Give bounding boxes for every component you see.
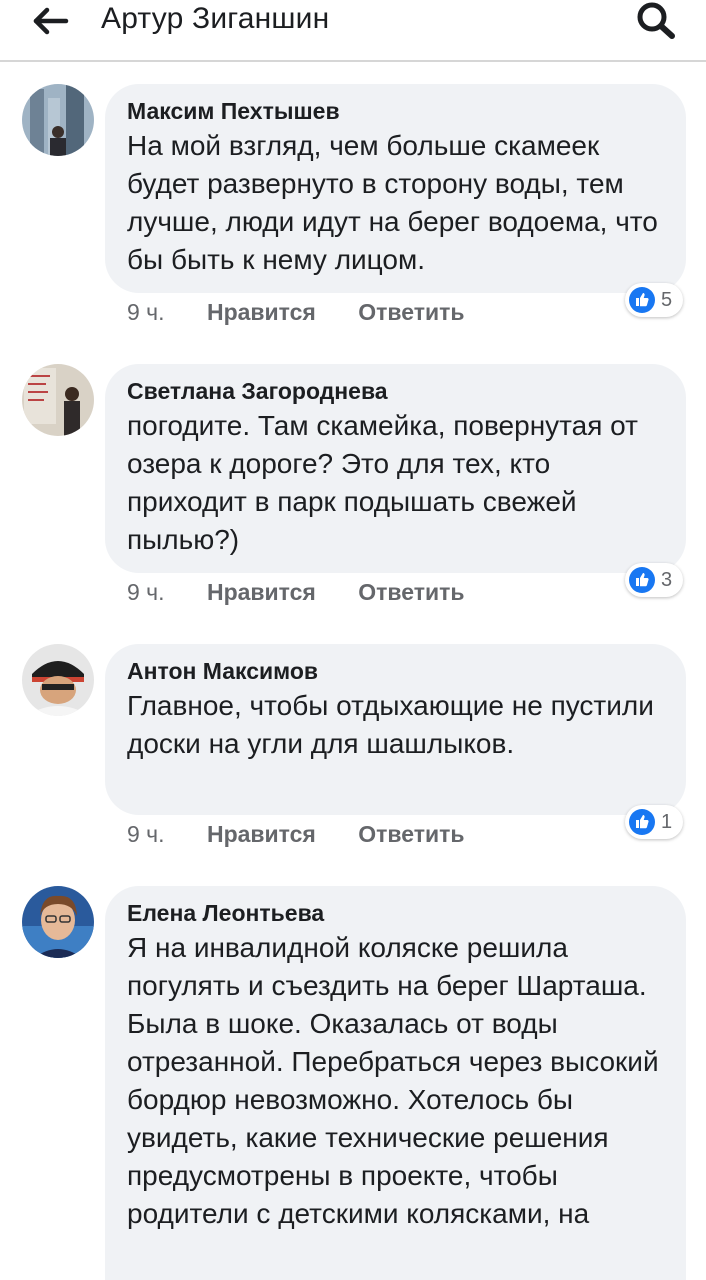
like-button[interactable]: Нравится [207,299,316,325]
comment-time[interactable]: 9 ч. [127,579,165,605]
comment-text: погодите. Там скамейка, повернутая от оз… [127,410,638,555]
reply-button[interactable]: Ответить [358,821,464,847]
comment-author[interactable]: Елена Леонтьева [127,899,664,927]
reply-button[interactable]: Ответить [358,299,464,325]
comment-time[interactable]: 9 ч. [127,299,165,325]
reaction-count-badge[interactable]: 3 [625,563,683,597]
comment-author[interactable]: Антон Максимов [127,657,664,685]
reaction-count: 3 [661,568,673,591]
comment-actions: 9 ч. Нравится Ответить [127,819,465,849]
comment-text: Главное, чтобы отдыхающие не пустили дос… [127,690,654,759]
reaction-count: 1 [661,810,673,833]
comment-bubble: Елена Леонтьева Я на инвалидной коляске … [105,886,686,1280]
reply-button[interactable]: Ответить [358,579,464,605]
like-button[interactable]: Нравится [207,579,316,605]
comment-text: На мой взгляд, чем больше скамеек будет … [127,130,658,275]
avatar[interactable] [22,644,94,716]
search-button[interactable] [632,0,678,40]
page-title: Артур Зиганшин [101,2,330,35]
comment-actions: 9 ч. Нравится Ответить [127,297,465,327]
like-button[interactable]: Нравится [207,821,316,847]
top-bar: Артур Зиганшин [0,0,706,62]
comment-author[interactable]: Максим Пехтышев [127,97,664,125]
reaction-count-badge[interactable]: 5 [625,283,683,317]
reaction-count-badge[interactable]: 1 [625,805,683,839]
avatar[interactable] [22,886,94,958]
thumbs-up-icon [629,809,655,835]
comment-actions: 9 ч. Нравится Ответить [127,577,465,607]
arrow-left-icon [33,7,69,35]
comment-text: Я на инвалидной коляске решила погулять … [127,932,659,1229]
avatar[interactable] [22,364,94,436]
reaction-count: 5 [661,288,673,311]
thumbs-up-icon [629,567,655,593]
comment-bubble: Максим Пехтышев На мой взгляд, чем больш… [105,84,686,293]
comment-time[interactable]: 9 ч. [127,821,165,847]
comment-bubble: Светлана Загороднева погодите. Там скаме… [105,364,686,573]
comment-author[interactable]: Светлана Загороднева [127,377,664,405]
search-icon [637,2,675,39]
back-button[interactable] [30,4,70,38]
thumbs-up-icon [629,287,655,313]
avatar[interactable] [22,84,94,156]
comment-bubble: Антон Максимов Главное, чтобы отдыхающие… [105,644,686,815]
